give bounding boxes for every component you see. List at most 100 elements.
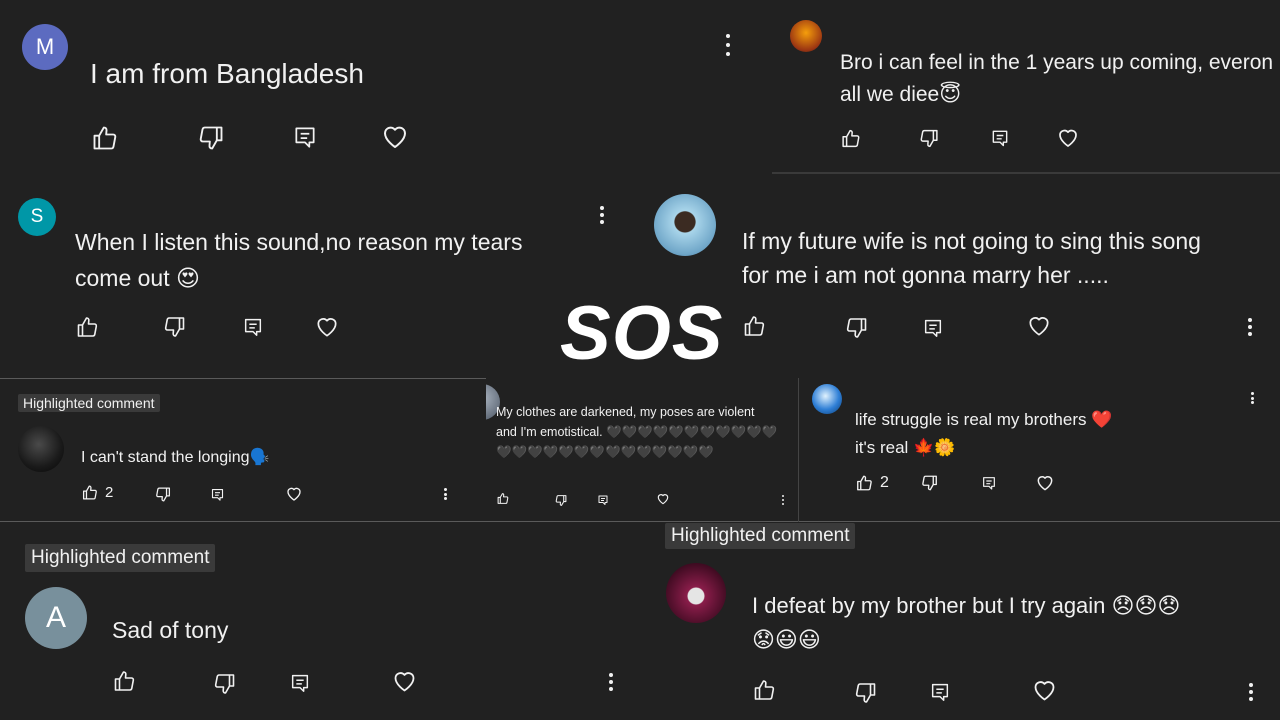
like-button[interactable] [742, 314, 767, 338]
divider [0, 521, 1280, 522]
like-button[interactable] [496, 492, 510, 505]
dislike-button[interactable] [554, 494, 568, 507]
comment-text: I am from Bangladesh [90, 58, 364, 89]
reply-comment-icon [295, 127, 315, 148]
thumbs-down-icon [164, 317, 185, 337]
comment-text: Bro i can feel in the 1 years up coming,… [840, 51, 1274, 106]
heart-icon [394, 672, 415, 692]
comment-card-c5: Highlighted comment I can't stand the lo… [0, 380, 486, 520]
avatar[interactable] [654, 194, 716, 256]
dislike-button[interactable] [196, 124, 226, 152]
reply-button[interactable] [929, 681, 951, 703]
comment-card-c7: life struggle is real my brothers ❤️ it'… [800, 366, 1280, 520]
avatar[interactable]: A [25, 587, 87, 649]
like-button[interactable] [90, 124, 120, 152]
more-options-button[interactable] [1248, 683, 1254, 701]
like-button[interactable] [75, 315, 100, 339]
more-options-button[interactable] [599, 206, 605, 224]
avatar[interactable] [666, 563, 726, 623]
more-options-button[interactable] [608, 673, 614, 691]
comment-text: Sad of tony [112, 617, 229, 643]
reply-comment-icon [244, 318, 262, 336]
highlighted-comment-badge: Highlighted comment [25, 544, 216, 572]
thumbs-down-icon [920, 129, 938, 148]
reply-button[interactable] [210, 487, 225, 502]
thumbs-down-icon [156, 487, 171, 502]
thumbs-up-icon [754, 680, 775, 700]
like-button[interactable]: 2 [81, 484, 113, 501]
thumbs-down-icon [846, 318, 867, 338]
thumbs-up-icon [842, 129, 860, 148]
reply-button[interactable] [292, 124, 318, 150]
comment-card-c3: S When I listen this sound,no reason my … [0, 182, 650, 376]
dislike-button[interactable] [920, 474, 939, 492]
dislike-button[interactable] [853, 681, 878, 705]
reply-button[interactable] [922, 317, 944, 339]
dislike-button[interactable] [918, 128, 940, 149]
dislike-button[interactable] [162, 315, 187, 339]
dislike-button[interactable] [154, 486, 172, 503]
comment-text: When I listen this sound,no reason my te… [75, 229, 523, 291]
like-button[interactable] [840, 128, 862, 149]
heart-button[interactable] [380, 122, 410, 152]
thumbs-down-icon [214, 674, 235, 694]
comment-text: life struggle is real my brothers ❤️ it'… [855, 410, 1113, 457]
thumbs-down-icon [555, 495, 567, 506]
heart-icon [1029, 317, 1049, 336]
heart-button[interactable] [285, 485, 303, 503]
reply-button[interactable] [981, 475, 997, 491]
more-options-button[interactable] [443, 488, 447, 500]
like-button[interactable] [752, 678, 777, 702]
more-options-button[interactable] [781, 495, 784, 505]
avatar[interactable]: S [18, 198, 56, 236]
heart-button[interactable] [1026, 313, 1052, 339]
dislike-button[interactable] [844, 316, 869, 340]
heart-button[interactable] [1035, 473, 1055, 493]
avatar[interactable] [790, 20, 822, 52]
comment-card-c8: Highlighted comment A Sad of tony [0, 523, 650, 720]
comment-text: If my future wife is not going to sing t… [742, 228, 1201, 288]
divider [0, 378, 486, 379]
avatar[interactable]: M [22, 24, 68, 70]
thumbs-down-icon [922, 475, 937, 491]
heart-button[interactable] [391, 668, 418, 695]
heart-button[interactable] [1056, 126, 1080, 150]
heart-button[interactable] [656, 492, 670, 506]
thumbs-up-icon [82, 485, 97, 500]
avatar-letter: S [30, 206, 44, 227]
avatar[interactable] [18, 426, 64, 472]
reply-comment-icon [931, 683, 949, 701]
comment-text: I can't stand the longing🗣️ [81, 449, 270, 466]
highlighted-comment-badge: Highlighted comment [18, 394, 160, 412]
reply-button[interactable] [990, 128, 1010, 148]
divider [798, 378, 799, 522]
reply-comment-icon [983, 477, 995, 490]
reply-comment-icon [291, 674, 309, 692]
heart-icon [287, 487, 301, 501]
comment-card-c4: If my future wife is not going to sing t… [650, 180, 1280, 366]
heart-icon [657, 494, 669, 505]
comment-card-c2: Bro i can feel in the 1 years up coming,… [772, 0, 1280, 172]
heart-icon [317, 318, 337, 337]
reply-comment-icon [992, 130, 1008, 147]
more-options-button[interactable] [1250, 392, 1254, 404]
dislike-button[interactable] [212, 672, 237, 696]
avatar[interactable] [812, 384, 842, 414]
reply-comment-icon [598, 495, 608, 505]
like-count: 2 [880, 474, 889, 491]
reply-button[interactable] [242, 316, 264, 338]
heart-icon [384, 126, 406, 148]
highlighted-comment-badge: Highlighted comment [665, 523, 856, 549]
more-options-button[interactable] [1247, 318, 1253, 336]
overlay-title: SOS [560, 291, 724, 376]
like-button[interactable]: 2 [855, 474, 889, 492]
heart-button[interactable] [314, 314, 340, 340]
heart-icon [1037, 476, 1053, 491]
more-options-button[interactable] [724, 34, 732, 56]
comment-text: My clothes are darkened, my poses are vi… [496, 405, 778, 459]
reply-button[interactable] [597, 494, 609, 506]
heart-button[interactable] [1031, 677, 1058, 704]
reply-button[interactable] [289, 672, 311, 694]
like-button[interactable] [112, 669, 137, 693]
thumbs-up-icon [497, 493, 509, 504]
